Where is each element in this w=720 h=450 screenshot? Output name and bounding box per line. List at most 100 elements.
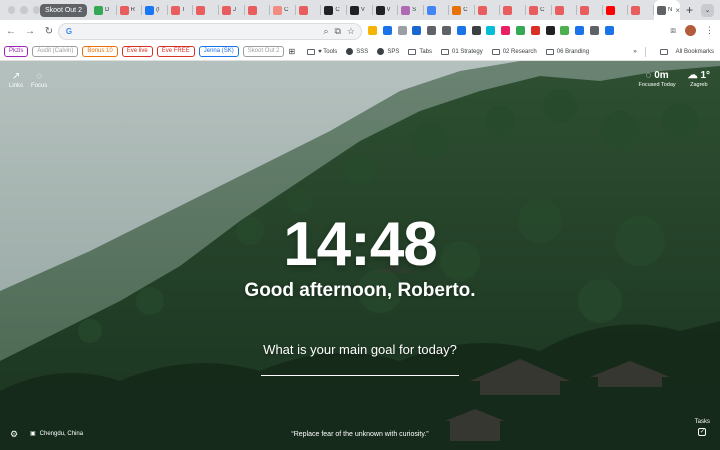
zoom-icon[interactable]: ⌕: [323, 26, 328, 37]
focused-value: 0m: [654, 70, 669, 81]
window-controls[interactable]: [0, 6, 40, 14]
bookmark-item[interactable]: SSS: [346, 48, 368, 55]
extension-icon[interactable]: [486, 26, 496, 35]
extension-icon[interactable]: [604, 26, 614, 35]
bookmark-label: 02 Research: [502, 48, 537, 55]
tab[interactable]: [245, 0, 271, 20]
extension-icon[interactable]: [456, 26, 466, 35]
focused-today-widget[interactable]: ◌ 0m Focused Today: [638, 70, 675, 88]
favicon-icon: [170, 5, 180, 15]
extension-icon[interactable]: [368, 26, 377, 35]
tab[interactable]: D: [91, 0, 117, 20]
favicon-icon: [554, 5, 564, 15]
tab[interactable]: [577, 0, 603, 20]
extension-icon[interactable]: [575, 26, 585, 35]
tab[interactable]: V: [347, 0, 373, 20]
tab[interactable]: V: [373, 0, 399, 20]
extension-icon[interactable]: [412, 26, 422, 35]
new-tab-button[interactable]: +: [686, 3, 693, 17]
reload-button[interactable]: ↻: [41, 24, 57, 40]
cast-icon[interactable]: ⧉: [334, 26, 340, 37]
tab-search-button[interactable]: ⌄: [701, 4, 714, 17]
bookmark-group-chip[interactable]: Jenna (SK): [198, 46, 239, 57]
bookmark-group-chip[interactable]: Skoot Out 2: [242, 46, 285, 57]
bookmark-item[interactable]: 01 Strategy: [441, 48, 483, 55]
bookmarks-more-button[interactable]: »: [633, 49, 636, 55]
focus-label: Focus: [31, 83, 48, 89]
globe-icon: [377, 48, 385, 55]
tab[interactable]: [475, 0, 501, 20]
bookmark-item[interactable]: Tabs: [408, 48, 432, 55]
tab-title: C: [463, 7, 468, 13]
bookmark-group-chip[interactable]: Audit (Calvin): [32, 46, 79, 57]
tab[interactable]: [603, 0, 629, 20]
back-button[interactable]: ←: [3, 24, 19, 40]
bookmark-group-chip[interactable]: Pkzls: [4, 46, 29, 57]
all-bookmarks-button[interactable]: All Bookmarks: [676, 49, 714, 55]
focus-button[interactable]: ◌ Focus: [31, 71, 47, 89]
tab[interactable]: C: [526, 0, 552, 20]
extension-icon[interactable]: [397, 26, 407, 35]
chrome-menu-button[interactable]: ⋮: [705, 25, 714, 36]
main-goal-input[interactable]: [261, 375, 459, 376]
tasks-button[interactable]: Tasks ✓: [695, 419, 710, 436]
tab[interactable]: [193, 0, 219, 20]
tab[interactable]: [296, 0, 322, 20]
tab[interactable]: R: [117, 0, 143, 20]
bookmark-group-chip[interactable]: Eve FREE: [156, 46, 195, 57]
tab[interactable]: [552, 0, 578, 20]
favicon-icon: [324, 5, 334, 15]
extension-icon[interactable]: [382, 26, 392, 35]
tab[interactable]: S: [398, 0, 424, 20]
bookmark-star-icon[interactable]: ☆: [347, 26, 355, 37]
tab[interactable]: J: [219, 0, 245, 20]
top-right-widgets: ◌ 0m Focused Today ☁ 1° Zagreb: [638, 70, 710, 88]
links-label: Links: [9, 83, 24, 89]
tasks-label: Tasks: [694, 419, 710, 425]
extension-icon[interactable]: [530, 26, 540, 35]
weather-temperature: 1°: [700, 70, 710, 81]
tab[interactable]: C: [270, 0, 296, 20]
tab[interactable]: [424, 0, 450, 20]
tab[interactable]: C: [321, 0, 347, 20]
bookmark-chips: Pkzls Audit (Calvin) Bonus 10 Eve live Eve F…: [4, 46, 288, 57]
address-bar[interactable]: G ⌕ ⧉ ☆: [58, 23, 362, 40]
favicon-icon: [426, 5, 436, 15]
forward-button[interactable]: →: [22, 24, 38, 40]
bookmark-item[interactable]: SPS: [377, 48, 399, 55]
extension-icon[interactable]: [560, 26, 570, 35]
tab[interactable]: [500, 0, 526, 20]
minimize-window-icon[interactable]: [20, 6, 28, 14]
links-button[interactable]: ↗ Links: [9, 71, 23, 89]
folder-icon: [307, 48, 316, 55]
tab-title: (l: [156, 7, 160, 13]
extension-icon[interactable]: [589, 26, 599, 35]
maximize-window-icon[interactable]: [32, 6, 40, 14]
apps-grid-icon[interactable]: ⊞: [288, 47, 295, 56]
profile-avatar[interactable]: [685, 25, 696, 36]
tab[interactable]: T: [168, 0, 194, 20]
extension-icon[interactable]: [515, 26, 525, 35]
tab[interactable]: [628, 0, 654, 20]
bookmark-item[interactable]: 06 Branding: [545, 48, 589, 55]
bookmark-item[interactable]: ♥ Tools: [307, 48, 337, 55]
daily-quote[interactable]: “Replace fear of the unknown with curios…: [0, 431, 720, 438]
weather-location: Zagreb: [690, 82, 708, 88]
close-tab-icon[interactable]: ×: [675, 6, 680, 15]
tab-group-label[interactable]: Skoot Out 2: [40, 3, 87, 17]
close-window-icon[interactable]: [8, 6, 16, 14]
extension-icon[interactable]: [427, 26, 437, 35]
bookmark-item[interactable]: 02 Research: [491, 48, 537, 55]
tab[interactable]: (l: [142, 0, 168, 20]
extension-icon[interactable]: [501, 26, 511, 35]
weather-widget[interactable]: ☁ 1° Zagreb: [688, 70, 710, 88]
extension-icon[interactable]: [441, 26, 451, 35]
tab[interactable]: C: [449, 0, 475, 20]
extension-icon[interactable]: [471, 26, 481, 35]
tab-active[interactable]: N ×: [654, 0, 681, 20]
bookmark-group-chip[interactable]: Eve live: [121, 46, 153, 57]
extensions-puzzle-icon[interactable]: ⧈: [670, 25, 676, 36]
extension-icon[interactable]: [545, 26, 555, 35]
tab-list: D R (l T J C C V V S C C N ×: [91, 0, 681, 20]
bookmark-group-chip[interactable]: Bonus 10: [82, 46, 118, 57]
